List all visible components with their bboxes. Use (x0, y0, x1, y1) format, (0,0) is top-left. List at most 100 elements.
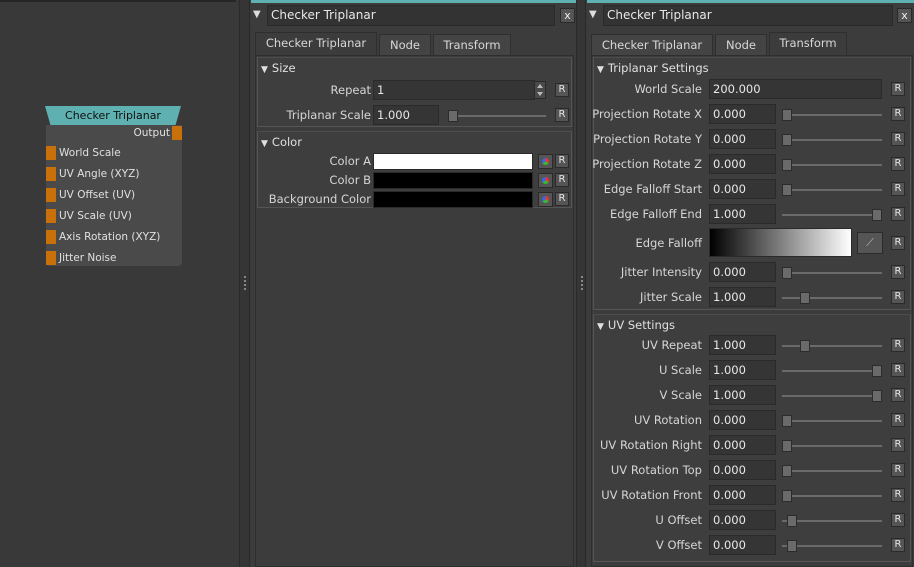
param-input[interactable]: 1.000 (709, 360, 776, 380)
tab-node[interactable]: Node (715, 34, 767, 55)
input-port-row[interactable]: World Scale (46, 145, 182, 161)
input-port-icon[interactable] (46, 230, 56, 244)
param-reset-button[interactable]: R (891, 207, 905, 221)
size-section-header[interactable]: ▼ Size (261, 60, 296, 76)
param-slider[interactable] (782, 370, 882, 372)
param-reset-button[interactable]: R (891, 488, 905, 502)
param-reset-button[interactable]: R (891, 338, 905, 352)
param-input[interactable]: 1.000 (709, 385, 776, 405)
input-port-row[interactable]: UV Offset (UV) (46, 187, 182, 203)
triplanar-scale-slider-handle[interactable] (448, 110, 458, 122)
splitter-right[interactable] (576, 0, 586, 567)
world-scale-reset-button[interactable]: R (891, 82, 905, 96)
param-input[interactable]: 0.000 (709, 485, 776, 505)
param-slider[interactable] (782, 114, 882, 116)
param-slider-handle[interactable] (782, 440, 792, 452)
param-slider[interactable] (782, 470, 882, 472)
param-slider-handle[interactable] (786, 540, 797, 552)
param-input[interactable]: 0.000 (709, 104, 776, 124)
param-input[interactable]: 0.000 (709, 510, 776, 530)
repeat-spinner-icon[interactable] (534, 81, 546, 99)
collapse-icon[interactable]: ▼ (253, 9, 261, 20)
param-input[interactable]: 0.000 (709, 179, 776, 199)
tab-node[interactable]: Node (379, 34, 431, 55)
param-reset-button[interactable]: R (891, 157, 905, 171)
param-reset-button[interactable]: R (891, 438, 905, 452)
param-input[interactable]: 0.000 (709, 154, 776, 174)
param-slider-handle[interactable] (782, 184, 792, 196)
color-reset-button[interactable]: R (555, 192, 569, 206)
param-reset-button[interactable]: R (891, 463, 905, 477)
param-reset-button[interactable]: R (891, 538, 905, 552)
param-reset-button[interactable]: R (891, 182, 905, 196)
color-reset-button[interactable]: R (555, 173, 569, 187)
triplanar-scale-input[interactable]: 1.000 (373, 105, 439, 125)
edge-falloff-gradient[interactable] (709, 228, 852, 257)
node-graph[interactable]: Checker Triplanar Output World Scale UV An… (0, 0, 240, 567)
param-reset-button[interactable]: R (891, 290, 905, 304)
output-port-row[interactable]: Output (46, 125, 182, 141)
param-slider-handle[interactable] (782, 109, 792, 121)
uv-section-header[interactable]: ▼ UV Settings (597, 317, 675, 333)
param-slider[interactable] (782, 189, 882, 191)
param-slider[interactable] (782, 420, 882, 422)
param-slider[interactable] (782, 545, 882, 547)
param-slider[interactable] (782, 164, 882, 166)
param-reset-button[interactable]: R (891, 388, 905, 402)
splitter-left[interactable] (240, 0, 250, 567)
param-input[interactable]: 0.000 (709, 262, 776, 282)
param-slider[interactable] (782, 395, 882, 397)
repeat-input[interactable]: 1 (373, 80, 535, 100)
param-reset-button[interactable]: R (891, 265, 905, 279)
panel-title-field[interactable]: Checker Triplanar (267, 5, 555, 26)
tab-transform[interactable]: Transform (433, 34, 511, 55)
param-input[interactable]: 0.000 (709, 410, 776, 430)
color-picker-icon[interactable] (538, 192, 553, 207)
param-input[interactable]: 1.000 (709, 204, 776, 224)
input-port-row[interactable]: UV Scale (UV) (46, 208, 182, 224)
color-reset-button[interactable]: R (555, 154, 569, 168)
curve-editor-icon[interactable]: ⟋ (857, 232, 883, 254)
color-swatch[interactable] (373, 153, 533, 170)
param-slider[interactable] (782, 445, 882, 447)
input-port-icon[interactable] (46, 209, 56, 223)
param-slider-handle[interactable] (782, 159, 792, 171)
param-slider[interactable] (782, 345, 882, 347)
param-reset-button[interactable]: R (891, 513, 905, 527)
output-port-icon[interactable] (172, 126, 182, 140)
tab-transform[interactable]: Transform (769, 32, 847, 55)
param-input[interactable]: 1.000 (709, 335, 776, 355)
param-slider[interactable] (782, 297, 882, 299)
param-slider-handle[interactable] (872, 365, 882, 377)
param-slider[interactable] (782, 139, 882, 141)
param-input[interactable]: 0.000 (709, 435, 776, 455)
tab-checker-triplanar[interactable]: Checker Triplanar (591, 34, 713, 55)
input-port-icon[interactable] (46, 251, 56, 265)
param-reset-button[interactable]: R (891, 413, 905, 427)
param-reset-button[interactable]: R (891, 363, 905, 377)
collapse-icon[interactable]: ▼ (589, 9, 597, 20)
tab-checker-triplanar[interactable]: Checker Triplanar (255, 32, 377, 55)
input-port-row[interactable]: Axis Rotation (XYZ) (46, 229, 182, 245)
input-port-icon[interactable] (46, 146, 56, 160)
param-slider-handle[interactable] (782, 134, 792, 146)
checker-triplanar-node[interactable]: Checker Triplanar Output World Scale UV An… (45, 106, 183, 266)
param-input[interactable]: 0.000 (709, 129, 776, 149)
panel-title-field[interactable]: Checker Triplanar (603, 5, 893, 26)
param-slider[interactable] (782, 272, 882, 274)
param-reset-button[interactable]: R (891, 132, 905, 146)
close-panel-button[interactable]: x (897, 8, 912, 23)
color-swatch[interactable] (373, 191, 533, 208)
triplanar-scale-reset-button[interactable]: R (555, 108, 569, 122)
param-slider-handle[interactable] (782, 490, 792, 502)
param-input[interactable]: 1.000 (709, 287, 776, 307)
color-swatch[interactable] (373, 172, 533, 189)
param-slider-handle[interactable] (782, 267, 792, 279)
world-scale-input[interactable]: 200.000 (709, 79, 882, 99)
param-slider[interactable] (782, 520, 882, 522)
param-slider[interactable] (782, 214, 882, 216)
input-port-icon[interactable] (46, 167, 56, 181)
param-input[interactable]: 0.000 (709, 460, 776, 480)
param-slider-handle[interactable] (786, 515, 797, 527)
repeat-reset-button[interactable]: R (555, 83, 569, 97)
